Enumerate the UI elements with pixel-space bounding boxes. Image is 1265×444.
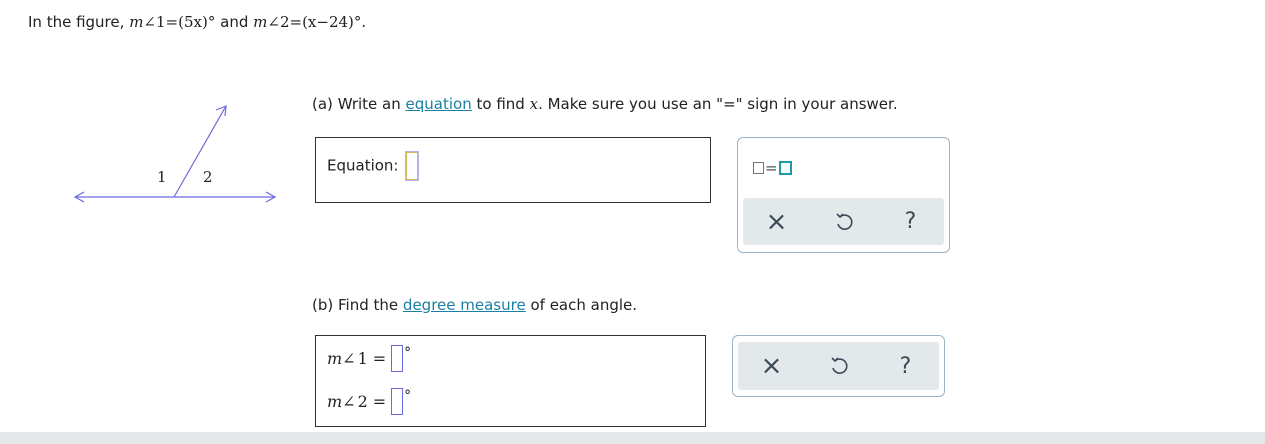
undo-icon xyxy=(835,212,852,230)
angle-2-input[interactable] xyxy=(391,388,404,415)
part-b-text-2: of each angle. xyxy=(530,296,638,314)
intro-angle-num-2: 2 xyxy=(279,13,290,31)
close-icon: × xyxy=(765,206,788,237)
angle-1-equals: = xyxy=(372,349,387,368)
angle-tool-panel: × ? xyxy=(732,335,945,397)
part-a-text-3: . Make sure you use an "=" sign in your … xyxy=(538,95,898,113)
help-icon-b: ? xyxy=(899,353,912,379)
equation-answer-box: Equation: xyxy=(315,137,711,203)
intro-expression-1: (5x)° xyxy=(178,13,216,31)
bottom-bar xyxy=(0,432,1265,444)
intro-expression-2: (x−24)°. xyxy=(302,13,367,31)
angle-measures-answer-box: m ∠ 1 = ° m ∠ 2 = ° xyxy=(315,335,706,427)
equation-row: Equation: xyxy=(327,151,420,181)
intro-m2: m xyxy=(253,13,268,31)
part-a-text-2: to find xyxy=(476,95,525,113)
angle-label-1: 1 xyxy=(157,168,167,186)
help-button-b[interactable]: ? xyxy=(886,346,926,386)
part-a-label: (a) xyxy=(312,95,333,113)
problem-statement: In the figure, m∠1=(5x)° and m∠2=(x−24)°… xyxy=(28,13,366,31)
angle-1-m: m xyxy=(327,349,343,368)
angle-label-2: 2 xyxy=(203,168,213,186)
angle-1-degree: ° xyxy=(404,345,412,361)
intro-and: and xyxy=(220,13,249,31)
equation-link[interactable]: equation xyxy=(406,95,472,113)
undo-button[interactable] xyxy=(824,202,864,242)
clear-button-b[interactable]: × xyxy=(752,346,792,386)
undo-button-b[interactable] xyxy=(819,346,859,386)
angle-tool-row: × ? xyxy=(738,342,939,390)
close-icon-b: × xyxy=(760,351,783,381)
equation-input[interactable] xyxy=(405,151,420,181)
part-b-text-1: Find the xyxy=(338,296,399,314)
equation-tool-row: × ? xyxy=(743,198,944,245)
angle-1-number: 1 xyxy=(357,349,368,368)
intro-eq-2: = xyxy=(289,13,303,31)
angle-2-number: 2 xyxy=(357,392,368,411)
angle-1-symbol: ∠ xyxy=(342,349,356,368)
template-button[interactable]: = xyxy=(753,159,792,177)
part-b-label: (b) xyxy=(312,296,334,314)
angle-2-m: m xyxy=(327,392,343,411)
box-equals-box-icon: = xyxy=(753,159,792,177)
angle-2-row: m ∠ 2 = ° xyxy=(327,388,411,415)
angle-2-symbol: ∠ xyxy=(342,392,356,411)
part-a-variable: x xyxy=(529,95,539,113)
angle-symbol-2: ∠ xyxy=(267,13,280,31)
part-a-prompt: (a) Write an equation to find x. Make su… xyxy=(312,95,898,113)
intro-prefix: In the figure, xyxy=(28,13,125,31)
intro-eq-1: = xyxy=(165,13,179,31)
degree-measure-link[interactable]: degree measure xyxy=(403,296,526,314)
angle-2-degree: ° xyxy=(404,388,412,404)
part-a-text-1: Write an xyxy=(337,95,401,113)
equation-label: Equation: xyxy=(327,156,399,175)
angle-2-equals: = xyxy=(372,392,387,411)
clear-button[interactable]: × xyxy=(757,202,797,242)
undo-icon-b xyxy=(830,357,847,374)
angle-symbol-1: ∠ xyxy=(143,13,156,31)
part-b-prompt: (b) Find the degree measure of each angl… xyxy=(312,296,637,314)
help-icon: ? xyxy=(904,209,917,234)
slanted-ray xyxy=(173,105,227,198)
angle-1-input[interactable] xyxy=(391,345,404,372)
intro-angle-num-1: 1 xyxy=(156,13,166,31)
help-button[interactable]: ? xyxy=(891,202,931,242)
intro-m1: m xyxy=(129,13,144,31)
angle-figure: 1 2 xyxy=(73,105,277,203)
equation-tool-panel: = × ? xyxy=(737,137,950,253)
angle-1-row: m ∠ 1 = ° xyxy=(327,345,411,372)
